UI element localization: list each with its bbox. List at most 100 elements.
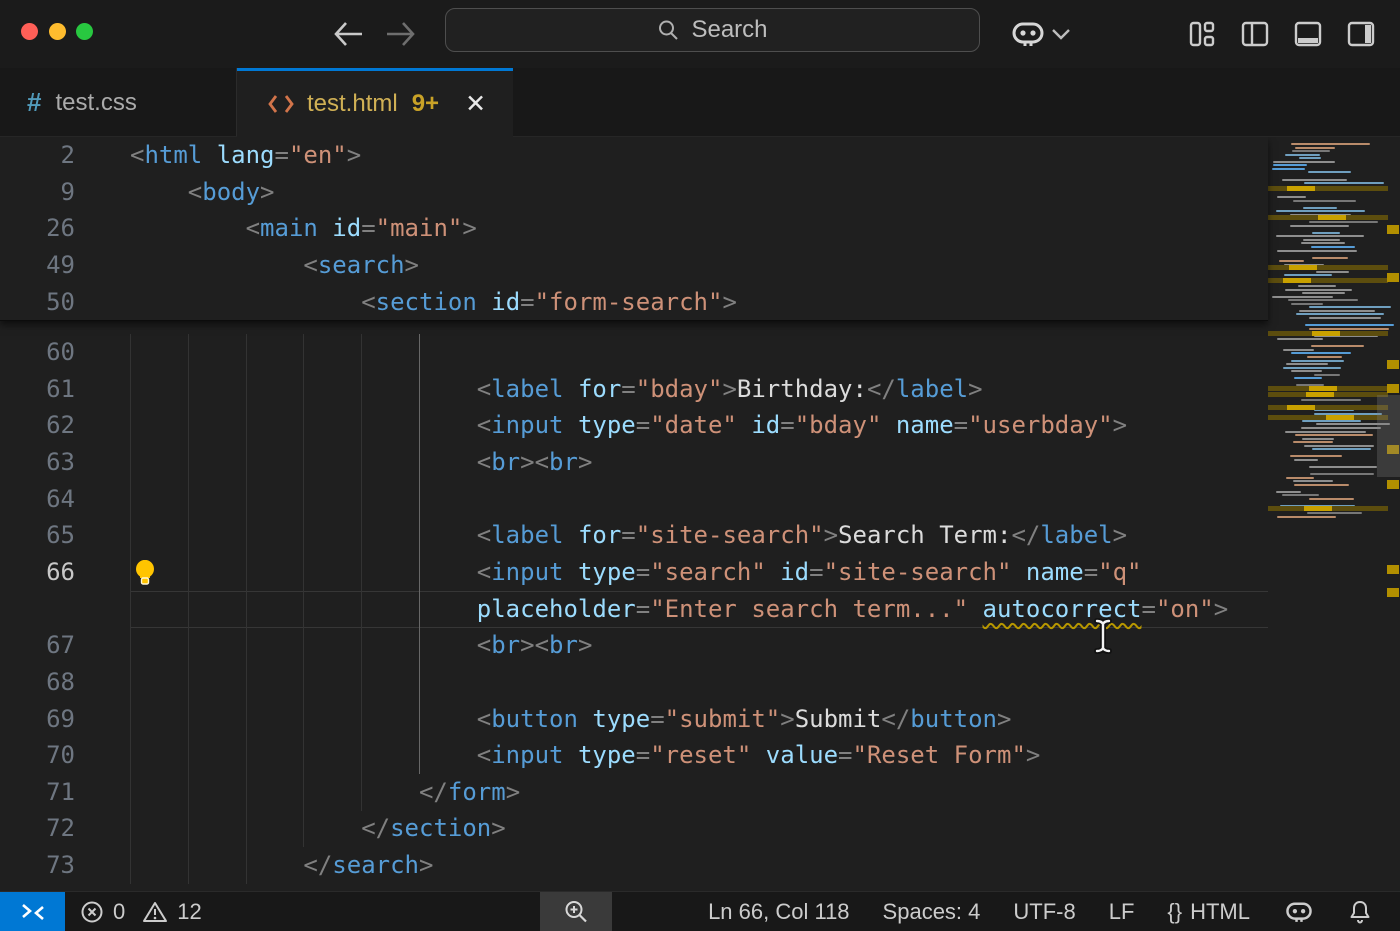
cursor-position[interactable]: Ln 66, Col 118	[708, 899, 849, 925]
warning-icon	[142, 900, 168, 924]
language-mode[interactable]: {} HTML	[1167, 899, 1250, 925]
indent-guide	[130, 334, 131, 371]
line-number-gutter[interactable]: 72	[0, 810, 75, 847]
indent-guide	[188, 664, 189, 701]
overview-ruler-warning-marker	[1387, 225, 1399, 234]
minimap-warning-bar	[1268, 278, 1388, 283]
tab-test-css[interactable]: # test.css	[0, 68, 237, 137]
eol-setting[interactable]: LF	[1109, 899, 1135, 925]
command-center-search[interactable]: Search	[445, 8, 980, 52]
sticky-line-9[interactable]: 9 <body>	[0, 174, 1268, 211]
minimap-code-line	[1307, 356, 1342, 358]
line-number-gutter[interactable]: 60	[0, 334, 75, 371]
minimap-code-line	[1293, 480, 1333, 482]
status-bar: 0 12 Ln 66, Col 118 Spaces: 4 UTF-8 LF {…	[0, 891, 1400, 931]
title-bar: Search	[0, 0, 1400, 68]
minimap-code-line	[1309, 466, 1377, 468]
code-line-65[interactable]: 65 <label for="site-search">Search Term:…	[0, 517, 1268, 554]
sticky-line-49[interactable]: 49 <search>	[0, 247, 1268, 284]
indent-guide	[303, 664, 304, 701]
copilot-status-button[interactable]	[1283, 898, 1315, 926]
line-number-gutter[interactable]	[0, 591, 75, 628]
sidebar-left-icon	[1240, 19, 1270, 49]
minimap-code-line	[1277, 338, 1323, 340]
sticky-line-number: 26	[0, 210, 75, 247]
sticky-line-26[interactable]: 26 <main id="main">	[0, 210, 1268, 247]
line-number-gutter[interactable]: 69	[0, 701, 75, 738]
line-number-gutter[interactable]: 61	[0, 371, 75, 408]
code-line-69[interactable]: 69 <button type="submit">Submit</button>	[0, 701, 1268, 738]
indent-guide	[130, 664, 131, 701]
line-number-gutter[interactable]: 65	[0, 517, 75, 554]
css-file-icon: #	[27, 87, 41, 118]
remote-indicator[interactable]	[0, 892, 65, 931]
minimap-code-line	[1283, 349, 1314, 351]
close-tab-icon[interactable]: ✕	[465, 92, 486, 117]
minimap-code-line	[1303, 207, 1337, 209]
code-line-73[interactable]: 73 </search>	[0, 847, 1268, 884]
tab-label: test.css	[55, 89, 136, 117]
code-line-67[interactable]: 67 <br><br>	[0, 627, 1268, 664]
minimap-code-line	[1285, 154, 1320, 156]
close-window-button[interactable]	[21, 23, 38, 40]
indent-guide	[246, 664, 247, 701]
minimap[interactable]	[1268, 137, 1400, 891]
overview-ruler-warning-marker	[1387, 384, 1399, 393]
code-line-71[interactable]: 71 </form>	[0, 774, 1268, 811]
code-line-70[interactable]: 70 <input type="reset" value="Reset Form…	[0, 737, 1268, 774]
line-number-gutter[interactable]: 71	[0, 774, 75, 811]
code-line-63[interactable]: 63 <br><br>	[0, 444, 1268, 481]
line-number-gutter[interactable]: 62	[0, 407, 75, 444]
editor-pane[interactable]: 6061 <label for="bday">Birthday:</label>…	[0, 137, 1400, 891]
code-line-60[interactable]: 60	[0, 334, 1268, 371]
overview-ruler-warning-marker	[1387, 480, 1399, 489]
tab-test-html[interactable]: test.html 9+ ✕	[237, 68, 513, 137]
sticky-scroll[interactable]: 2<html lang="en">9 <body>26 <main id="ma…	[0, 137, 1268, 321]
notifications-button[interactable]	[1348, 899, 1372, 925]
zoom-indicator-button[interactable]	[540, 892, 612, 931]
toggle-primary-sidebar-button[interactable]	[1235, 14, 1275, 54]
line-number-gutter[interactable]: 63	[0, 444, 75, 481]
minimap-code-line	[1283, 367, 1341, 369]
line-number-gutter[interactable]: 70	[0, 737, 75, 774]
code-line-72[interactable]: 72 </section>	[0, 810, 1268, 847]
problems-status[interactable]: 0 12	[80, 892, 202, 931]
minimap-warning-bar	[1268, 506, 1388, 511]
code-line-62[interactable]: 62 <input type="date" id="bday" name="us…	[0, 407, 1268, 444]
sticky-line-2[interactable]: 2<html lang="en">	[0, 137, 1268, 174]
line-number-gutter[interactable]: 64	[0, 481, 75, 518]
minimap-warning-bar	[1268, 186, 1388, 191]
minimap-code-line	[1291, 352, 1351, 354]
toggle-panel-button[interactable]	[1288, 14, 1328, 54]
line-number-gutter[interactable]: 67	[0, 627, 75, 664]
minimize-window-button[interactable]	[49, 23, 66, 40]
forward-button[interactable]	[381, 14, 421, 54]
zoom-window-button[interactable]	[76, 23, 93, 40]
line-number-gutter[interactable]: 68	[0, 664, 75, 701]
minimap-code-line	[1302, 438, 1334, 440]
code-line-wrap[interactable]: placeholder="Enter search term..." autoc…	[0, 591, 1268, 628]
minimap-code-line	[1311, 345, 1364, 347]
customize-layout-button[interactable]	[1182, 14, 1222, 54]
code-line-66[interactable]: 66 <input type="search" id="site-search"…	[0, 554, 1268, 591]
indent-guide	[188, 334, 189, 371]
code-line-64[interactable]: 64	[0, 481, 1268, 518]
error-icon	[80, 900, 104, 924]
copilot-button[interactable]	[1005, 14, 1051, 54]
code-line-68[interactable]: 68	[0, 664, 1268, 701]
code-line-61[interactable]: 61 <label for="bday">Birthday:</label>	[0, 371, 1268, 408]
sticky-line-50[interactable]: 50 <section id="form-search">	[0, 284, 1268, 321]
copilot-menu-chevron[interactable]	[1046, 14, 1076, 54]
encoding-setting[interactable]: UTF-8	[1013, 899, 1075, 925]
indentation-setting[interactable]: Spaces: 4	[883, 899, 981, 925]
back-button[interactable]	[328, 14, 368, 54]
minimap-code-line	[1276, 235, 1364, 237]
minimap-code-line	[1293, 200, 1356, 202]
minimap-warning-bar	[1268, 265, 1388, 270]
line-number-gutter[interactable]: 66	[0, 554, 75, 591]
line-number-gutter[interactable]: 73	[0, 847, 75, 884]
active-indent-guide	[419, 334, 420, 371]
scrollbar-slider[interactable]	[1377, 395, 1400, 477]
toggle-secondary-sidebar-button[interactable]	[1341, 14, 1381, 54]
tab-strip: # test.css test.html 9+ ✕ ⋯	[0, 68, 1400, 137]
